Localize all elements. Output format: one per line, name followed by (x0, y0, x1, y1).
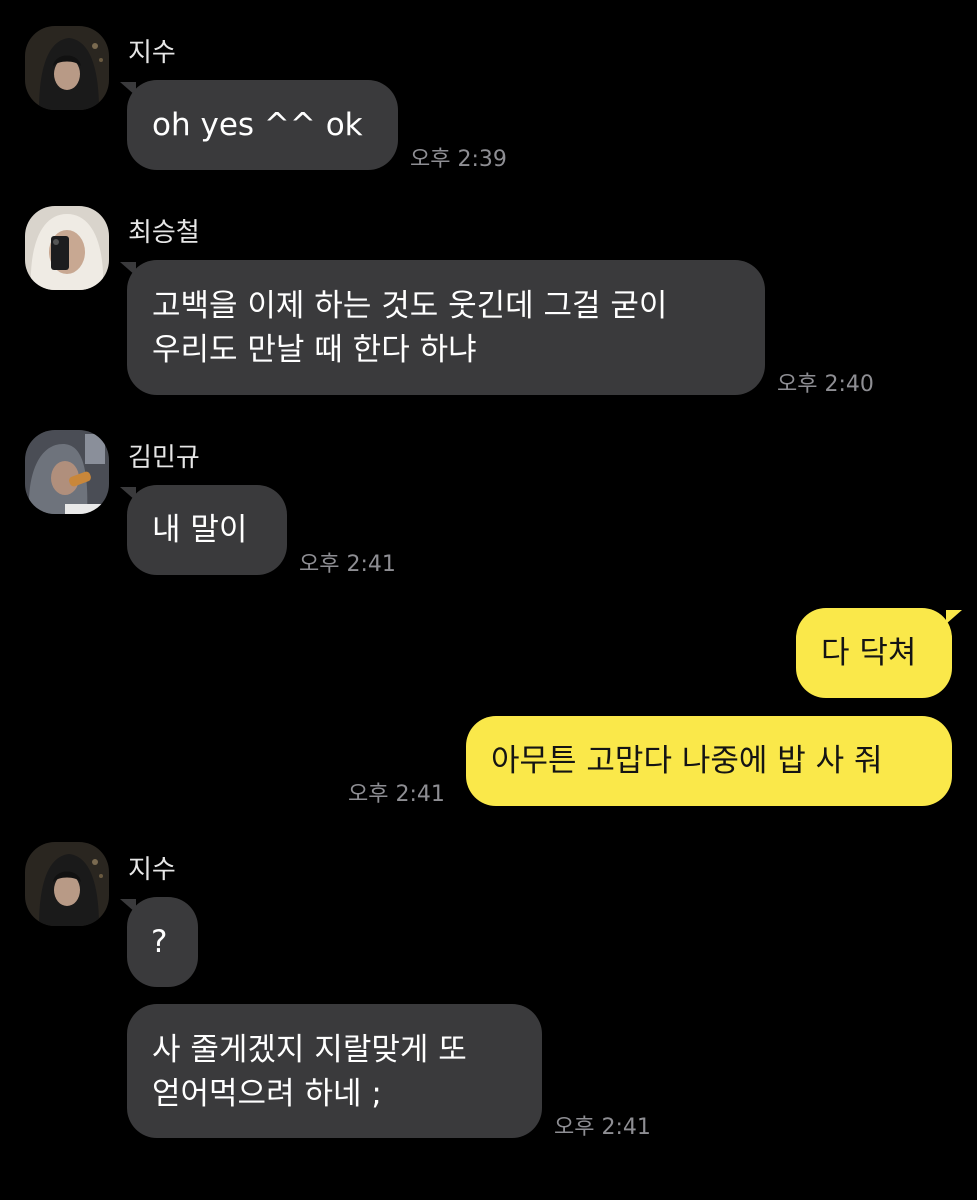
sender-name: 김민규 (128, 443, 200, 473)
avatar-jisoo[interactable] (25, 26, 109, 110)
message-text: 사 줄게겠지 지랄맞게 또 (152, 1032, 467, 1068)
sender-name: 지수 (128, 855, 176, 885)
message-bubble[interactable]: 내 말이 (127, 485, 287, 575)
avatar-seungcheol[interactable] (25, 206, 109, 290)
message-text: 우리도 만날 때 한다 하냐 (152, 332, 477, 368)
hooded-person-avatar-icon (25, 26, 109, 110)
timestamp: 오후 2:41 (348, 782, 445, 807)
message-text: oh yes ^^ ok (152, 107, 363, 143)
message-text: 얻어먹으려 하네 ; (152, 1076, 382, 1112)
message-text: 다 닥쳐 (821, 635, 917, 671)
hooded-person-avatar-icon (25, 842, 109, 926)
message-bubble-outgoing[interactable]: 다 닥쳐 (796, 608, 952, 698)
message-text: 내 말이 (152, 512, 248, 548)
timestamp: 오후 2:41 (299, 552, 396, 577)
message-text: 고백을 이제 하는 것도 웃긴데 그걸 굳이 (152, 288, 668, 324)
timestamp: 오후 2:41 (554, 1115, 651, 1140)
avatar-mingyu[interactable] (25, 430, 109, 514)
message-bubble[interactable]: 사 줄게겠지 지랄맞게 또 얻어먹으려 하네 ; (127, 1004, 542, 1138)
message-bubble[interactable]: ? (127, 897, 198, 987)
message-text: 아무튼 고맙다 나중에 밥 사 줘 (491, 743, 883, 779)
message-bubble[interactable]: 고백을 이제 하는 것도 웃긴데 그걸 굳이 우리도 만날 때 한다 하냐 (127, 260, 765, 395)
eating-person-avatar-icon (25, 430, 109, 514)
message-text: ? (151, 924, 168, 960)
sender-name: 최승철 (128, 218, 200, 248)
message-bubble[interactable]: oh yes ^^ ok (127, 80, 398, 170)
message-bubble-outgoing[interactable]: 아무튼 고맙다 나중에 밥 사 줘 (466, 716, 952, 806)
timestamp: 오후 2:39 (410, 147, 507, 172)
selfie-hood-avatar-icon (25, 206, 109, 290)
timestamp: 오후 2:40 (777, 372, 874, 397)
avatar-jisoo[interactable] (25, 842, 109, 926)
bubble-tail (946, 610, 962, 624)
sender-name: 지수 (128, 38, 176, 68)
